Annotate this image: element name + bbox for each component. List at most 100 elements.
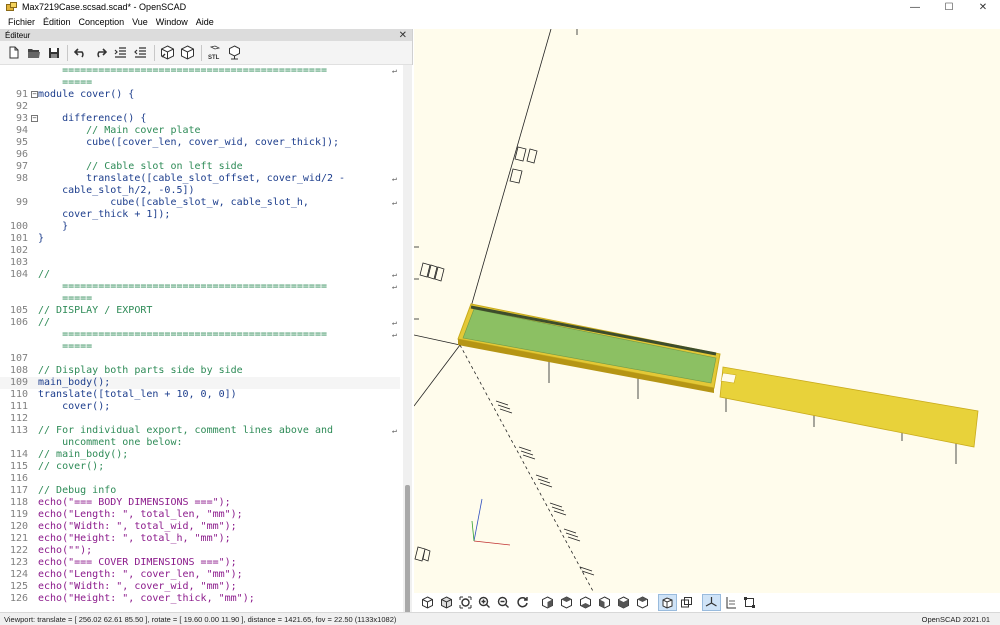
code-line[interactable]: 120 echo("Width: ", total_wid, "mm"); <box>0 521 400 533</box>
export-stl-icon[interactable]: STL <box>205 43 224 62</box>
redo-icon[interactable] <box>91 43 110 62</box>
code-line[interactable]: 109 main_body(); <box>0 377 400 389</box>
render-view-icon[interactable] <box>437 594 456 611</box>
indent-icon[interactable] <box>111 43 130 62</box>
perspective-icon[interactable] <box>658 594 677 611</box>
close-window-button[interactable]: ✕ <box>966 0 1000 14</box>
code-line[interactable]: 115 // cover(); <box>0 461 400 473</box>
menu-view[interactable]: Vue <box>128 17 152 27</box>
status-bar: Viewport: translate = [ 256.02 62.61 85.… <box>0 612 1000 625</box>
reset-view-icon[interactable] <box>513 594 532 611</box>
menu-file[interactable]: Fichier <box>4 17 39 27</box>
code-line[interactable]: cover_thick + 1]); <box>0 209 400 221</box>
code-line[interactable]: ===== <box>0 77 400 89</box>
code-line[interactable]: 118 echo("=== BODY DIMENSIONS ==="); <box>0 497 400 509</box>
orthogonal-icon[interactable] <box>677 594 696 611</box>
code-editor[interactable]: ========================================… <box>0 65 413 612</box>
code-line[interactable]: 119 echo("Length: ", total_len, "mm"); <box>0 509 400 521</box>
code-line[interactable]: 110 translate([total_len + 10, 0, 0]) <box>0 389 400 401</box>
zoom-out-icon[interactable] <box>494 594 513 611</box>
unindent-icon[interactable] <box>131 43 150 62</box>
editor-scrollbar[interactable] <box>403 65 412 612</box>
code-line[interactable]: ===== <box>0 341 400 353</box>
fold-toggle-icon[interactable]: − <box>31 115 38 122</box>
code-line[interactable]: 98 translate([cable_slot_offset, cover_w… <box>0 173 400 185</box>
preview-view-icon[interactable] <box>418 594 437 611</box>
view-right-icon[interactable] <box>538 594 557 611</box>
line-number: 117 <box>9 485 28 496</box>
send-to-printer-icon[interactable] <box>225 43 244 62</box>
code-line[interactable]: ========================================… <box>0 329 400 341</box>
code-line[interactable]: 99 cube([cable_slot_w, cable_slot_h, ↵ <box>0 197 400 209</box>
view-bottom-icon[interactable] <box>576 594 595 611</box>
code-line[interactable]: 102 <box>0 245 400 257</box>
code-line[interactable]: 94 // Main cover plate <box>0 125 400 137</box>
code-line[interactable]: 108 // Display both parts side by side <box>0 365 400 377</box>
cover-model[interactable] <box>719 366 979 448</box>
code-line[interactable]: 117 // Debug info <box>0 485 400 497</box>
code-line[interactable]: 104 // ↵ <box>0 269 400 281</box>
code-line[interactable]: 111 cover(); <box>0 401 400 413</box>
undo-icon[interactable] <box>71 43 90 62</box>
new-file-icon[interactable] <box>4 43 23 62</box>
show-axes-icon[interactable] <box>702 594 721 611</box>
code-line[interactable]: 97 // Cable slot on left side <box>0 161 400 173</box>
preview-icon[interactable] <box>158 43 177 62</box>
code-line[interactable]: 92 <box>0 101 400 113</box>
code-line[interactable]: 121 echo("Height: ", total_h, "mm"); <box>0 533 400 545</box>
code-line[interactable]: ========================================… <box>0 65 400 77</box>
line-number: 120 <box>9 521 28 532</box>
open-file-icon[interactable] <box>24 43 43 62</box>
minimize-button[interactable]: — <box>898 0 932 14</box>
line-number: 113 <box>9 425 28 436</box>
code-line[interactable]: ===== <box>0 293 400 305</box>
code-line[interactable]: 112 <box>0 413 400 425</box>
show-scale-icon[interactable] <box>721 594 740 611</box>
code-line[interactable]: 114 // main_body(); <box>0 449 400 461</box>
code-line[interactable]: 91 module cover() {− <box>0 89 400 101</box>
code-line[interactable]: 101} <box>0 233 400 245</box>
code-line[interactable]: 113 // For individual export, comment lin… <box>0 425 400 437</box>
view-back-icon[interactable] <box>633 594 652 611</box>
code-line[interactable]: ========================================… <box>0 281 400 293</box>
zoom-all-icon[interactable] <box>456 594 475 611</box>
menu-help[interactable]: Aide <box>192 17 218 27</box>
code-line[interactable]: 95 cube([cover_len, cover_wid, cover_thi… <box>0 137 400 149</box>
code-text: echo("=== BODY DIMENSIONS ==="); <box>38 497 231 508</box>
code-line[interactable]: 96 <box>0 149 400 161</box>
code-line[interactable]: 124 echo("Length: ", cover_len, "mm"); <box>0 569 400 581</box>
code-line[interactable]: uncomment one below: <box>0 437 400 449</box>
line-number: 109 <box>9 377 28 388</box>
3d-viewport[interactable] <box>414 29 1000 593</box>
view-top-icon[interactable] <box>557 594 576 611</box>
fold-toggle-icon[interactable]: − <box>31 91 38 98</box>
main-body-model[interactable] <box>457 303 721 393</box>
render-icon[interactable] <box>178 43 197 62</box>
menu-design[interactable]: Conception <box>75 17 129 27</box>
code-line[interactable]: cable_slot_h/2, -0.5]) <box>0 185 400 197</box>
code-line[interactable]: 106 // ↵ <box>0 317 400 329</box>
code-line[interactable]: 100 } <box>0 221 400 233</box>
code-line[interactable]: 126 echo("Height: ", cover_thick, "mm"); <box>0 593 400 605</box>
view-front-icon[interactable] <box>614 594 633 611</box>
code-line[interactable]: 105 // DISPLAY / EXPORT <box>0 305 400 317</box>
code-line[interactable]: 103 <box>0 257 400 269</box>
code-line[interactable]: 125 echo("Width: ", cover_wid, "mm"); <box>0 581 400 593</box>
code-line[interactable]: 93 difference() {− <box>0 113 400 125</box>
editor-close-button[interactable]: ✕ <box>399 30 407 41</box>
view-left-icon[interactable] <box>595 594 614 611</box>
save-icon[interactable] <box>44 43 63 62</box>
show-edges-icon[interactable] <box>740 594 759 611</box>
code-text: uncomment one below: <box>38 437 183 448</box>
editor-scrollbar-thumb[interactable] <box>405 485 410 612</box>
menu-edit[interactable]: Édition <box>39 17 75 27</box>
zoom-in-icon[interactable] <box>475 594 494 611</box>
maximize-button[interactable]: ☐ <box>932 0 966 14</box>
code-line[interactable]: 107 <box>0 353 400 365</box>
line-number: 112 <box>9 413 28 424</box>
code-line[interactable]: 122 echo(""); <box>0 545 400 557</box>
code-line[interactable]: 123 echo("=== COVER DIMENSIONS ==="); <box>0 557 400 569</box>
menu-window[interactable]: Window <box>152 17 192 27</box>
line-number: 96 <box>15 149 28 160</box>
code-line[interactable]: 116 <box>0 473 400 485</box>
